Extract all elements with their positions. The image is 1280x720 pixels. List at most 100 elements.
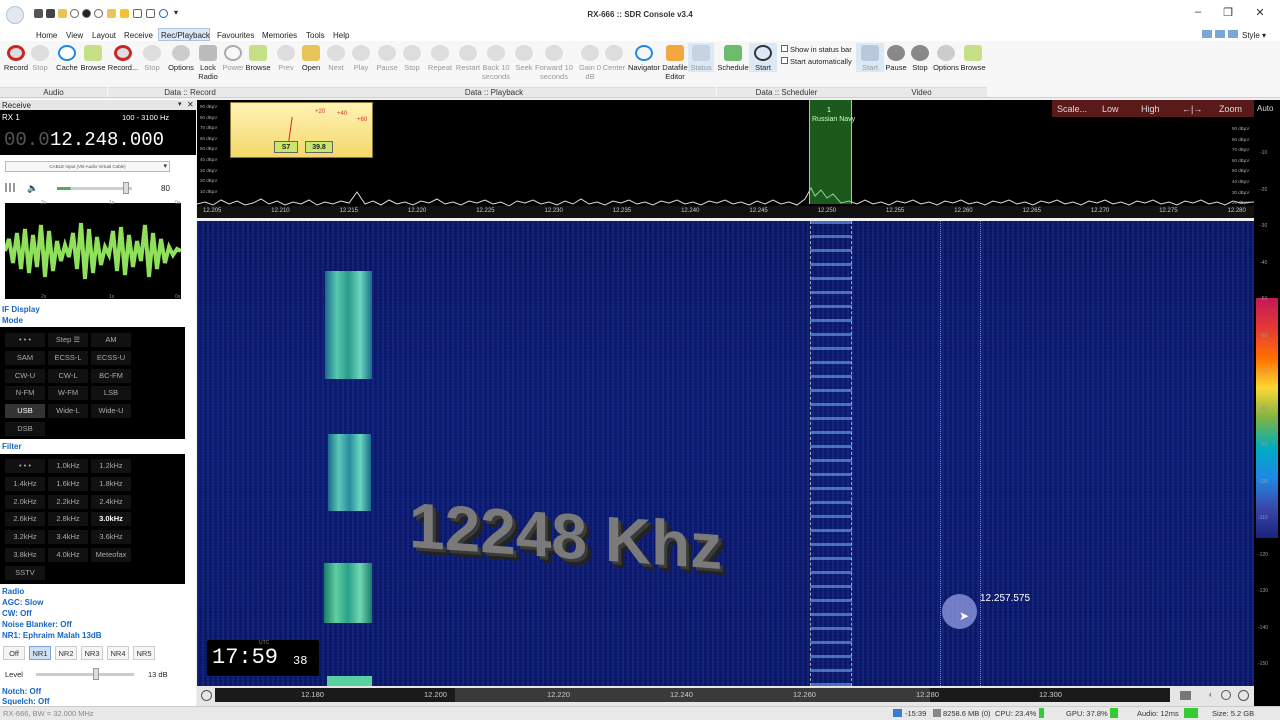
section-mode[interactable]: Mode — [0, 316, 185, 327]
nr-button[interactable]: NR3 — [81, 646, 103, 660]
filter-button[interactable]: • • • — [5, 459, 45, 473]
datafile-editor-button[interactable]: Datafile Editor — [660, 43, 690, 81]
filter-button[interactable]: 3.4kHz — [48, 530, 88, 545]
mode-button[interactable]: AM — [91, 333, 131, 347]
menu-home[interactable]: Home — [36, 31, 57, 40]
menu-recplayback[interactable]: Rec/Playback — [161, 31, 210, 40]
frequency-display[interactable]: RX 1 100 - 3100 Hz 00.0 12.248.000 — [0, 110, 196, 155]
filter-button[interactable]: 1.0kHz — [48, 459, 88, 473]
volume-slider[interactable] — [57, 187, 132, 190]
status-button[interactable]: Status — [688, 43, 714, 72]
data-record-button[interactable]: Record... — [107, 43, 139, 72]
filter-button[interactable]: 3.2kHz — [5, 530, 45, 545]
nr-button[interactable]: Off — [3, 646, 25, 660]
nr-button[interactable]: NR1 — [29, 646, 51, 660]
low-button[interactable]: Low — [1102, 104, 1119, 114]
menu-favourites[interactable]: Favourites — [217, 31, 254, 40]
mode-button[interactable]: Wide-U — [91, 404, 131, 419]
tuning-marker[interactable]: 1 Russian Navy — [809, 100, 855, 204]
filter-button[interactable]: Meteofax — [91, 548, 131, 562]
scale-button[interactable]: Scale... — [1057, 104, 1087, 114]
audio-browse-button[interactable]: Browse — [77, 43, 109, 72]
section-nr1[interactable]: NR1: Ephraim Malah 13dB — [0, 631, 185, 642]
filter-button[interactable]: SSTV — [5, 565, 45, 580]
forward10-button[interactable]: Forward 10 seconds — [535, 43, 573, 81]
mode-button[interactable]: N-FM — [5, 386, 45, 401]
nr-level-thumb[interactable] — [93, 668, 99, 680]
nr-button[interactable]: NR4 — [107, 646, 129, 660]
camera-icon[interactable] — [1180, 691, 1191, 700]
filter-button[interactable]: 2.4kHz — [91, 494, 131, 509]
panel-close-icon[interactable]: ✕ — [187, 100, 194, 109]
mode-button[interactable]: ECSS-U — [91, 350, 131, 365]
filter-button[interactable]: 1.6kHz — [48, 476, 88, 491]
nr-button[interactable]: NR2 — [55, 646, 77, 660]
spectrum-display[interactable]: 1 Russian Navy +20 +40 +60 S7 39.8 90 dB… — [197, 100, 1254, 218]
schedule-button[interactable]: Schedule — [717, 43, 749, 72]
scheduler-start-button[interactable]: Start — [749, 43, 777, 72]
zoom-out-icon[interactable] — [1221, 690, 1231, 700]
nr-level-slider[interactable] — [36, 673, 134, 676]
filter-button[interactable]: 2.0kHz — [5, 494, 45, 509]
menu-view[interactable]: View — [66, 31, 83, 40]
span-button[interactable]: ←|→ — [1182, 104, 1202, 114]
mode-button[interactable]: W-FM — [48, 386, 88, 401]
style-dropdown[interactable]: Style ▾ — [1242, 31, 1266, 40]
menu-help[interactable]: Help — [333, 31, 349, 40]
mode-button[interactable]: Wide-L — [48, 404, 88, 419]
section-cw[interactable]: CW: Off — [0, 609, 185, 620]
menu-receive[interactable]: Receive — [124, 31, 153, 40]
minimize-icon[interactable]: – — [1188, 6, 1208, 18]
filter-button[interactable]: 2.2kHz — [48, 494, 88, 509]
filter-button[interactable]: 4.0kHz — [48, 548, 88, 562]
menu-tools[interactable]: Tools — [306, 31, 325, 40]
frequency-scrollbar[interactable]: 12.180 12.200 12.220 12.240 12.260 12.280 12.3… — [197, 686, 1254, 706]
mode-button[interactable]: CW-U — [5, 368, 45, 383]
video-browse-button[interactable]: Browse — [957, 43, 989, 72]
zoom-button[interactable]: Zoom — [1219, 104, 1242, 114]
waterfall-display[interactable]: 12248 Khz ➤ 12.257.575 UTC 17:59 38 — [197, 221, 1254, 686]
maximize-icon[interactable]: ❐ — [1218, 6, 1238, 19]
filter-button[interactable]: 3.6kHz — [91, 530, 131, 545]
layout-icon[interactable] — [1202, 30, 1212, 38]
panel-pin-icon[interactable]: ▾ — [178, 100, 182, 108]
filter-button[interactable]: 3.0kHz — [91, 512, 131, 527]
filter-button[interactable]: 3.8kHz — [5, 548, 45, 562]
section-filter[interactable]: Filter — [0, 442, 185, 453]
menu-layout[interactable]: Layout — [92, 31, 116, 40]
volume-slider-thumb[interactable] — [123, 182, 129, 194]
mode-button[interactable]: SAM — [5, 350, 45, 365]
auto-button[interactable]: Auto — [1257, 104, 1273, 113]
chevron-icon[interactable]: ‹ — [1209, 690, 1212, 699]
speaker-icon[interactable]: 🔈 — [27, 183, 38, 194]
section-if-display[interactable]: IF Display — [0, 305, 185, 316]
scroll-left-icon[interactable] — [201, 690, 212, 701]
layout2-icon[interactable] — [1215, 30, 1225, 38]
mode-button[interactable]: ECSS-L — [48, 350, 88, 365]
mode-button[interactable]: Step ☰ — [48, 333, 88, 347]
section-noise-blanker[interactable]: Noise Blanker: Off — [0, 620, 185, 631]
mode-button[interactable]: USB — [5, 404, 45, 419]
data-stop-button[interactable]: Stop — [136, 43, 168, 72]
high-button[interactable]: High — [1141, 104, 1160, 114]
filter-button[interactable]: 1.2kHz — [91, 459, 131, 473]
navigator-button[interactable]: Navigator — [626, 43, 662, 72]
section-squelch[interactable]: Squelch: Off — [0, 697, 185, 705]
start-automatically-checkbox[interactable]: Start automatically — [781, 57, 852, 66]
close-icon[interactable]: ✕ — [1250, 6, 1270, 19]
mode-button[interactable]: LSB — [91, 386, 131, 401]
mode-button[interactable]: • • • — [5, 333, 45, 347]
mode-button[interactable]: BC-FM — [91, 368, 131, 383]
show-in-status-bar-checkbox[interactable]: Show in status bar — [781, 45, 852, 54]
section-agc[interactable]: AGC: Slow — [0, 598, 185, 609]
filter-button[interactable]: 2.8kHz — [48, 512, 88, 527]
mode-button[interactable]: CW-L — [48, 368, 88, 383]
layout3-icon[interactable] — [1228, 30, 1238, 38]
nr-button[interactable]: NR5 — [133, 646, 155, 660]
mode-button[interactable]: DSB — [5, 422, 45, 436]
filter-button[interactable]: 1.8kHz — [91, 476, 131, 491]
section-radio[interactable]: Radio — [0, 587, 185, 598]
menu-memories[interactable]: Memories — [262, 31, 297, 40]
audio-device-select[interactable]: CABLE Input (VB-Audio Virtual Cable) ▾ — [5, 161, 170, 172]
filter-button[interactable]: 2.6kHz — [5, 512, 45, 527]
